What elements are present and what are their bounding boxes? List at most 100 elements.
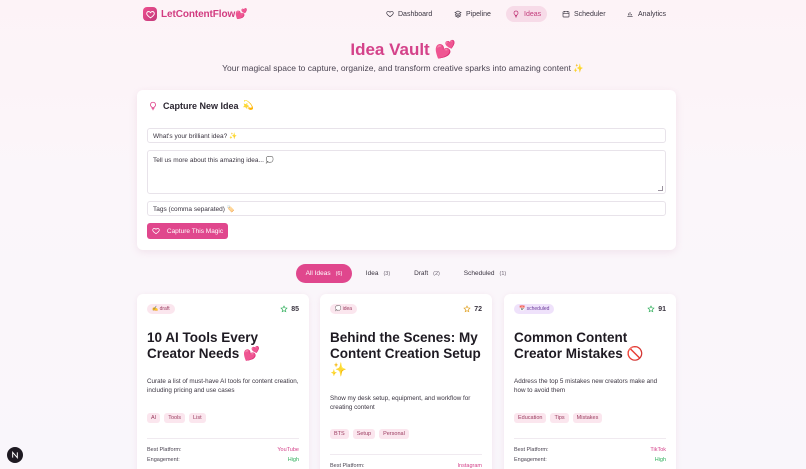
tab-scheduled[interactable]: Scheduled (1) (456, 264, 514, 283)
idea-card[interactable]: 📅 scheduled 91 Common Content Creator Mi… (504, 294, 676, 469)
idea-tags: BTS Setup Personal (330, 429, 413, 439)
card-divider (147, 438, 299, 439)
heart-outline-icon (386, 10, 394, 18)
idea-title: Behind the Scenes: My Content Creation S… (330, 330, 481, 377)
engagement-row: Engagement: High (147, 457, 299, 463)
idea-description: Curate a list of must-have AI tools for … (147, 378, 299, 394)
nav-scheduler-label: Scheduler (574, 10, 606, 18)
capture-magic-label: Capture This Magic (166, 227, 224, 235)
idea-title: Common Content Creator Mistakes 🚫 (514, 330, 644, 361)
tab-all-ideas-count: (6) (335, 270, 343, 277)
capture-idea-card: Capture New Idea 💫 What's your brilliant… (137, 90, 676, 250)
idea-score: 91 (647, 305, 666, 313)
idea-tags: AI Tools List (147, 413, 210, 423)
engagement-label: Engagement: (147, 457, 180, 463)
layers-icon (454, 10, 462, 18)
nav-analytics[interactable]: Analytics (620, 6, 672, 22)
engagement-value: High (287, 457, 299, 463)
idea-description-textarea[interactable]: Tell us more about this amazing idea... … (147, 150, 666, 194)
filter-tabs: All Ideas (6) Idea (3) Draft (2) Scheduled (… (0, 264, 806, 283)
tab-draft-count: (2) (433, 270, 440, 277)
tag-chip[interactable]: List (189, 413, 206, 423)
best-platform-value: Instagram (457, 463, 482, 469)
tag-chip[interactable]: Personal (379, 429, 409, 439)
idea-title: 10 AI Tools Every Creator Needs 💕 (147, 330, 260, 361)
engagement-label: Engagement: (514, 457, 547, 463)
idea-description: Address the top 5 mistakes new creators … (514, 378, 658, 394)
tag-chip[interactable]: Tools (164, 413, 186, 423)
idea-title-placeholder: What's your brilliant idea? ✨ (153, 132, 238, 140)
idea-description: Show my desk setup, equipment, and workf… (330, 395, 471, 411)
idea-tags-placeholder: Tags (comma separated) 🏷️ (153, 205, 235, 213)
nav-analytics-label: Analytics (638, 10, 667, 18)
capture-heading: Capture New Idea 💫 (148, 100, 254, 111)
calendar-icon (562, 11, 570, 18)
status-badge: ✍️ draft (147, 304, 175, 314)
idea-score: 72 (463, 305, 482, 313)
idea-card[interactable]: 💭 idea 72 Behind the Scenes: My Content … (320, 294, 492, 469)
page-subtitle: Your magical space to capture, organize,… (222, 63, 584, 73)
idea-title-input[interactable]: What's your brilliant idea? ✨ (147, 128, 666, 143)
best-platform-label: Best Platform: (514, 447, 549, 453)
lightbulb-icon (513, 10, 519, 18)
top-nav: LetContentFlow💕 Dashboard Pipeline Ideas… (0, 0, 806, 28)
tag-chip[interactable]: BTS (330, 429, 349, 439)
idea-tags-input[interactable]: Tags (comma separated) 🏷️ (147, 201, 666, 216)
tag-chip[interactable]: AI (147, 413, 161, 423)
idea-score-value: 85 (291, 305, 299, 313)
nav-pipeline[interactable]: Pipeline (448, 6, 497, 22)
brand-logo[interactable]: LetContentFlow💕 (143, 7, 248, 21)
star-icon (280, 305, 288, 313)
nav-scheduler[interactable]: Scheduler (556, 6, 612, 22)
best-platform-label: Best Platform: (330, 463, 365, 469)
idea-score-value: 72 (474, 305, 482, 313)
tag-chip[interactable]: Mistakes (572, 413, 603, 423)
engagement-value: High (654, 457, 666, 463)
page-title: Idea Vault 💕 (350, 40, 456, 59)
sparkle-emoji: 💫 (242, 100, 254, 110)
capture-magic-button[interactable]: Capture This Magic (147, 223, 228, 239)
tab-draft[interactable]: Draft (2) (406, 264, 448, 283)
tag-chip[interactable]: Education (514, 413, 547, 423)
best-platform-row: Best Platform: YouTube (147, 447, 299, 453)
tab-draft-label: Draft (414, 270, 429, 277)
heart-outline-icon (152, 227, 160, 235)
lightbulb-icon (150, 101, 156, 110)
tab-idea-count: (3) (383, 270, 391, 277)
star-icon (647, 305, 655, 313)
resize-handle[interactable] (658, 186, 663, 191)
idea-description-placeholder: Tell us more about this amazing idea... … (153, 157, 274, 164)
nav-dashboard[interactable]: Dashboard (380, 6, 438, 22)
star-icon (463, 305, 471, 313)
best-platform-row: Best Platform: TikTok (514, 447, 666, 453)
idea-score: 85 (280, 305, 299, 313)
tag-chip[interactable]: Tips (550, 413, 569, 423)
best-platform-row: Best Platform: Instagram (330, 463, 482, 469)
nav-dashboard-label: Dashboard (398, 10, 433, 18)
card-divider (330, 454, 482, 455)
best-platform-value: TikTok (650, 447, 666, 453)
idea-card[interactable]: ✍️ draft 85 10 AI Tools Every Creator Ne… (137, 294, 309, 469)
idea-tags: Education Tips Mistakes (514, 413, 606, 423)
tab-idea[interactable]: Idea (3) (358, 264, 398, 283)
idea-score-value: 91 (658, 305, 666, 313)
dev-tools-button[interactable] (7, 447, 23, 463)
tab-all-ideas-label: All Ideas (305, 270, 331, 277)
engagement-row: Engagement: High (514, 457, 666, 463)
n-logo-icon (12, 451, 18, 459)
nav-ideas-label: Ideas (524, 10, 542, 18)
card-divider (514, 438, 666, 439)
best-platform-label: Best Platform: (147, 447, 182, 453)
bar-chart-icon (627, 12, 633, 17)
tab-scheduled-label: Scheduled (463, 270, 495, 277)
tag-chip[interactable]: Setup (352, 429, 376, 439)
tab-scheduled-count: (1) (499, 270, 507, 277)
best-platform-value: YouTube (277, 447, 299, 453)
status-badge: 💭 idea (330, 304, 358, 314)
brand-name: LetContentFlow💕 (161, 8, 248, 20)
nav-pipeline-label: Pipeline (466, 10, 491, 18)
capture-heading-text: Capture New Idea (163, 100, 239, 111)
nav-ideas[interactable]: Ideas (506, 6, 548, 22)
tab-all-ideas[interactable]: All Ideas (6) (296, 264, 352, 283)
heart-logo-icon (143, 7, 157, 21)
